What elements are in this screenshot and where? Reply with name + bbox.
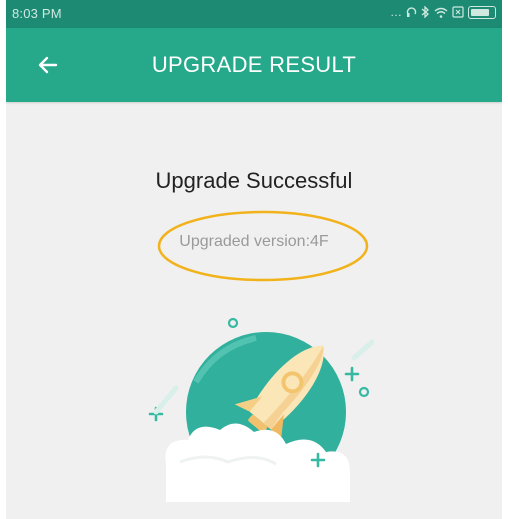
- more-dots-icon: …: [390, 5, 402, 19]
- sim-icon: [452, 6, 464, 18]
- battery-icon: [468, 5, 496, 19]
- status-bar: 8:03 PM …: [6, 0, 502, 28]
- headset-icon: [406, 6, 417, 17]
- app-screen: 8:03 PM … UPGRADE RESULT Upgrade Success…: [6, 0, 502, 519]
- result-title: Upgrade Successful: [155, 168, 353, 193]
- status-icons: …: [390, 5, 496, 19]
- app-bar: UPGRADE RESULT: [6, 28, 502, 102]
- status-time: 8:03 PM: [12, 6, 62, 21]
- wifi-icon: [434, 7, 448, 18]
- rocket-launch-illustration: [148, 317, 375, 502]
- page-title: UPGRADE RESULT: [151, 52, 357, 77]
- upgraded-version-text: Upgraded version:4F: [179, 233, 329, 250]
- bluetooth-icon: [421, 6, 429, 18]
